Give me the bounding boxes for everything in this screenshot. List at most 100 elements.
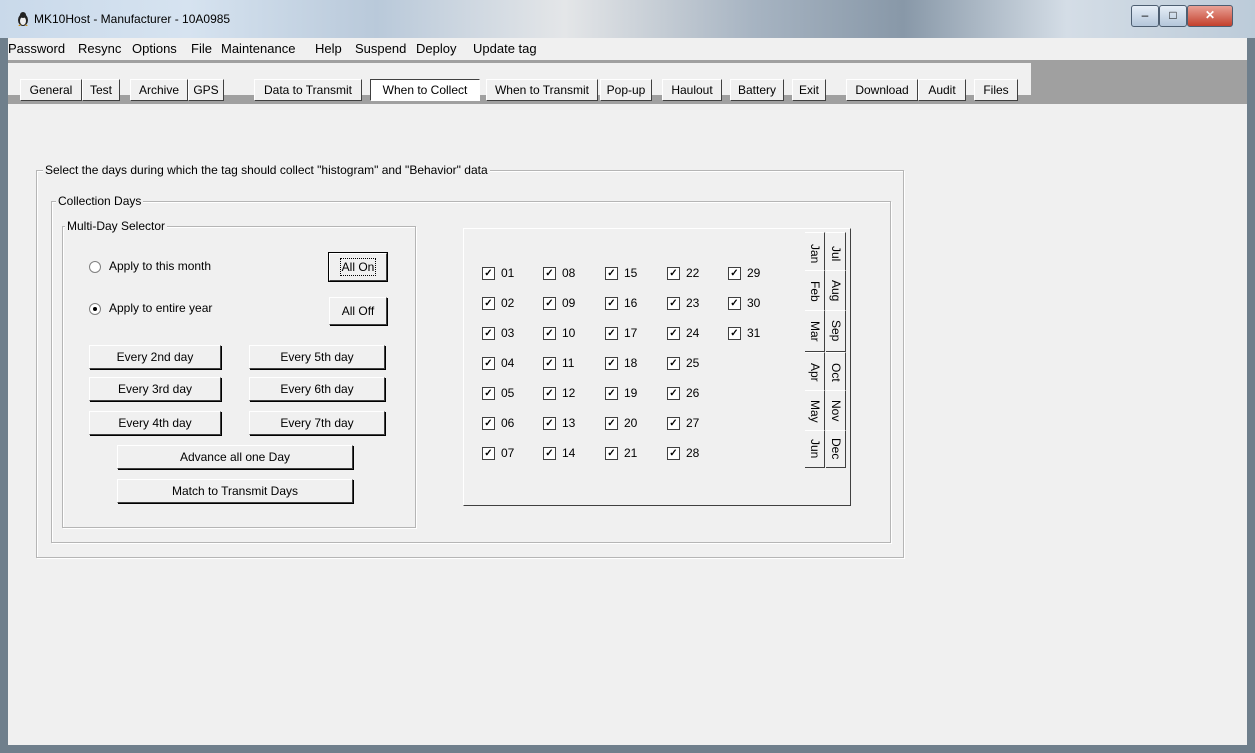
- radio-this-month[interactable]: Apply to this month: [89, 259, 211, 273]
- day-13-checkbox[interactable]: ✓ 13: [543, 416, 575, 431]
- day-05-checkbox[interactable]: ✓ 05: [482, 386, 514, 401]
- month-tab-may[interactable]: May: [805, 390, 825, 432]
- radio-entire-year-dot[interactable]: [89, 302, 101, 315]
- menu-update-tag[interactable]: Update tag: [473, 41, 537, 56]
- month-tab-nov[interactable]: Nov: [826, 390, 846, 432]
- checkbox-box[interactable]: ✓: [605, 357, 618, 371]
- month-tab-mar[interactable]: Mar: [805, 310, 825, 352]
- tab-pop-up[interactable]: Pop-up: [600, 79, 652, 101]
- checkbox-box[interactable]: ✓: [482, 417, 495, 431]
- checkbox-box[interactable]: ✓: [543, 357, 556, 371]
- month-tab-apr[interactable]: Apr: [805, 352, 825, 392]
- day-24-checkbox[interactable]: ✓ 24: [667, 326, 699, 341]
- day-17-checkbox[interactable]: ✓ 17: [605, 326, 637, 341]
- checkbox-box[interactable]: ✓: [482, 387, 495, 401]
- month-tab-jun[interactable]: Jun: [805, 430, 825, 468]
- tab-when-to-collect[interactable]: When to Collect: [370, 79, 480, 101]
- menu-help[interactable]: Help: [315, 41, 342, 56]
- day-15-checkbox[interactable]: ✓ 15: [605, 266, 637, 281]
- checkbox-box[interactable]: ✓: [482, 297, 495, 311]
- day-08-checkbox[interactable]: ✓ 08: [543, 266, 575, 281]
- day-25-checkbox[interactable]: ✓ 25: [667, 356, 699, 371]
- tab-haulout[interactable]: Haulout: [662, 79, 722, 101]
- day-23-checkbox[interactable]: ✓ 23: [667, 296, 699, 311]
- tab-gps[interactable]: GPS: [188, 79, 224, 101]
- close-button[interactable]: ✕: [1187, 5, 1233, 27]
- tab-when-to-transmit[interactable]: When to Transmit: [486, 79, 598, 101]
- day-14-checkbox[interactable]: ✓ 14: [543, 446, 575, 461]
- day-21-checkbox[interactable]: ✓ 21: [605, 446, 637, 461]
- day-04-checkbox[interactable]: ✓ 04: [482, 356, 514, 371]
- every-7th-day-button[interactable]: Every 7th day: [249, 411, 385, 435]
- maximize-button[interactable]: □: [1159, 5, 1187, 27]
- month-tab-sep[interactable]: Sep: [826, 310, 846, 352]
- checkbox-box[interactable]: ✓: [728, 267, 741, 281]
- checkbox-box[interactable]: ✓: [667, 297, 680, 311]
- checkbox-box[interactable]: ✓: [605, 387, 618, 401]
- checkbox-box[interactable]: ✓: [667, 387, 680, 401]
- checkbox-box[interactable]: ✓: [543, 387, 556, 401]
- month-tab-oct[interactable]: Oct: [826, 352, 846, 392]
- radio-this-month-dot[interactable]: [89, 260, 101, 273]
- checkbox-box[interactable]: ✓: [605, 417, 618, 431]
- tab-files[interactable]: Files: [974, 79, 1018, 101]
- checkbox-box[interactable]: ✓: [543, 267, 556, 281]
- day-19-checkbox[interactable]: ✓ 19: [605, 386, 637, 401]
- checkbox-box[interactable]: ✓: [667, 417, 680, 431]
- month-tab-aug[interactable]: Aug: [826, 270, 846, 312]
- day-09-checkbox[interactable]: ✓ 09: [543, 296, 575, 311]
- day-11-checkbox[interactable]: ✓ 11: [543, 356, 574, 371]
- menu-resync[interactable]: Resync: [78, 41, 121, 56]
- checkbox-box[interactable]: ✓: [543, 297, 556, 311]
- day-03-checkbox[interactable]: ✓ 03: [482, 326, 514, 341]
- menu-deploy[interactable]: Deploy: [416, 41, 456, 56]
- day-28-checkbox[interactable]: ✓ 28: [667, 446, 699, 461]
- month-tab-dec[interactable]: Dec: [826, 430, 846, 468]
- checkbox-box[interactable]: ✓: [667, 447, 680, 461]
- menu-suspend[interactable]: Suspend: [355, 41, 406, 56]
- tab-exit[interactable]: Exit: [792, 79, 826, 101]
- checkbox-box[interactable]: ✓: [728, 327, 741, 341]
- every-3rd-day-button[interactable]: Every 3rd day: [89, 377, 221, 401]
- day-27-checkbox[interactable]: ✓ 27: [667, 416, 699, 431]
- checkbox-box[interactable]: ✓: [543, 327, 556, 341]
- every-2nd-day-button[interactable]: Every 2nd day: [89, 345, 221, 369]
- checkbox-box[interactable]: ✓: [667, 327, 680, 341]
- tab-data-to-transmit[interactable]: Data to Transmit: [254, 79, 362, 101]
- checkbox-box[interactable]: ✓: [667, 267, 680, 281]
- day-01-checkbox[interactable]: ✓ 01: [482, 266, 514, 281]
- day-29-checkbox[interactable]: ✓ 29: [728, 266, 760, 281]
- checkbox-box[interactable]: ✓: [728, 297, 741, 311]
- checkbox-box[interactable]: ✓: [605, 297, 618, 311]
- menu-options[interactable]: Options: [132, 41, 177, 56]
- all-off-button[interactable]: All Off: [329, 297, 387, 325]
- minimize-button[interactable]: –: [1131, 5, 1159, 27]
- day-18-checkbox[interactable]: ✓ 18: [605, 356, 637, 371]
- day-20-checkbox[interactable]: ✓ 20: [605, 416, 637, 431]
- match-to-transmit-days-button[interactable]: Match to Transmit Days: [117, 479, 353, 503]
- day-12-checkbox[interactable]: ✓ 12: [543, 386, 575, 401]
- every-4th-day-button[interactable]: Every 4th day: [89, 411, 221, 435]
- checkbox-box[interactable]: ✓: [482, 327, 495, 341]
- checkbox-box[interactable]: ✓: [482, 447, 495, 461]
- radio-entire-year[interactable]: Apply to entire year: [89, 301, 212, 315]
- day-16-checkbox[interactable]: ✓ 16: [605, 296, 637, 311]
- day-31-checkbox[interactable]: ✓ 31: [728, 326, 760, 341]
- tab-archive[interactable]: Archive: [130, 79, 188, 101]
- menu-password[interactable]: Password: [8, 41, 65, 56]
- tab-test[interactable]: Test: [82, 79, 120, 101]
- day-10-checkbox[interactable]: ✓ 10: [543, 326, 575, 341]
- month-tab-feb[interactable]: Feb: [805, 270, 825, 312]
- checkbox-box[interactable]: ✓: [667, 357, 680, 371]
- day-07-checkbox[interactable]: ✓ 07: [482, 446, 514, 461]
- checkbox-box[interactable]: ✓: [605, 267, 618, 281]
- advance-all-one-day-button[interactable]: Advance all one Day: [117, 445, 353, 469]
- every-5th-day-button[interactable]: Every 5th day: [249, 345, 385, 369]
- checkbox-box[interactable]: ✓: [543, 417, 556, 431]
- menu-file[interactable]: File: [191, 41, 212, 56]
- day-30-checkbox[interactable]: ✓ 30: [728, 296, 760, 311]
- checkbox-box[interactable]: ✓: [605, 327, 618, 341]
- day-22-checkbox[interactable]: ✓ 22: [667, 266, 699, 281]
- checkbox-box[interactable]: ✓: [482, 267, 495, 281]
- tab-general[interactable]: General: [20, 79, 82, 101]
